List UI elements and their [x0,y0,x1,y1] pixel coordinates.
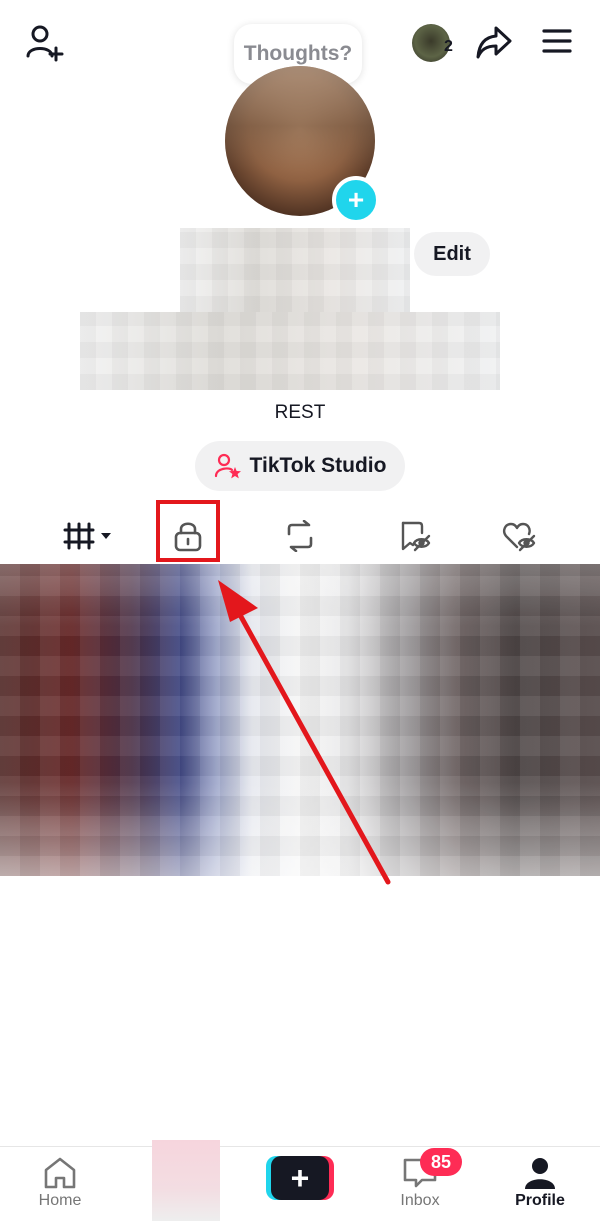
plus-icon: + [271,1156,329,1200]
nav-profile[interactable]: Profile [490,1156,590,1210]
tab-reposts[interactable] [260,510,340,562]
nav-home[interactable]: Home [10,1156,110,1210]
repost-icon [287,520,313,552]
heart-hidden-icon [503,522,536,552]
home-icon [44,1157,76,1189]
inbox-badge: 85 [420,1148,462,1176]
tab-private[interactable] [148,510,228,562]
hamburger-menu-icon [542,29,572,53]
nav-profile-label: Profile [515,1192,565,1209]
tab-favorites[interactable] [374,510,454,562]
creator-star-icon [214,453,241,479]
blurred-username [180,228,410,312]
blurred-stats [80,312,500,390]
annotation-arrow [218,580,391,885]
account-count: 2 [444,38,453,55]
create-button[interactable]: + [266,1156,334,1200]
share-arrow-icon [476,26,512,59]
add-story-button[interactable]: + [332,176,380,224]
share-profile-button[interactable] [470,18,518,66]
tab-videos[interactable] [46,510,126,562]
edit-profile-button[interactable]: Edit [414,232,490,276]
menu-button[interactable] [534,18,580,64]
nav-home-label: Home [38,1192,82,1209]
nav-inbox-label: Inbox [400,1192,440,1209]
blurred-nav-item[interactable] [152,1140,220,1221]
tiktok-studio-label: TikTok Studio [249,454,387,477]
add-friend-button[interactable] [22,20,66,64]
tiktok-studio-button[interactable]: TikTok Studio [195,441,405,491]
grid-icon [63,522,111,550]
profile-icon [525,1158,555,1189]
add-person-icon [26,25,64,62]
profile-bio: REST [274,402,326,423]
tab-liked[interactable] [480,510,560,562]
bookmark-hidden-icon [401,521,431,552]
lock-icon [174,522,202,552]
